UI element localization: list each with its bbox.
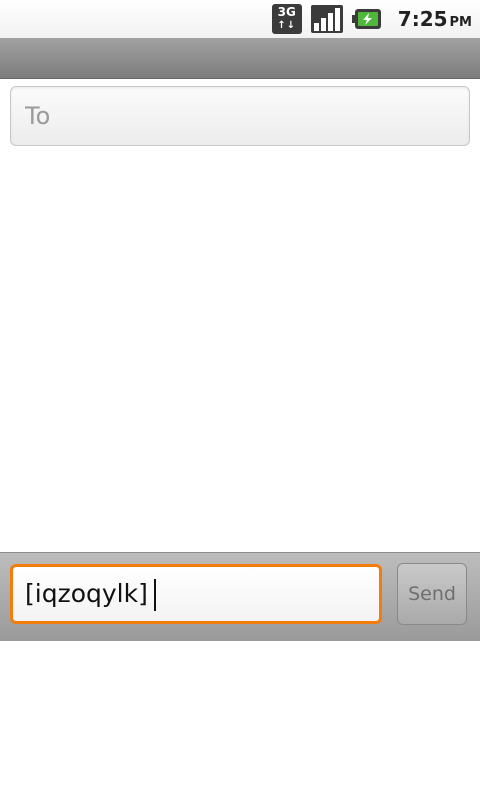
send-button[interactable]: Send: [397, 563, 467, 625]
message-input-value: [iqzoqylk]: [25, 579, 148, 608]
text-cursor: [153, 579, 156, 611]
recipient-field[interactable]: [10, 86, 470, 146]
message-text[interactable]: [iqzoqylk]: [25, 579, 156, 611]
recipient-input[interactable]: [11, 87, 469, 145]
battery-charging-icon: [351, 9, 381, 29]
status-icons: 3G ↑↓ 7:25 PM: [271, 4, 472, 34]
signal-strength-icon: [310, 5, 343, 33]
clock: 7:25 PM: [398, 7, 472, 31]
message-field[interactable]: [iqzoqylk]: [10, 564, 382, 624]
clock-ampm: PM: [449, 15, 472, 30]
data-arrows: ↑↓: [277, 20, 297, 31]
network-type-label: 3G: [277, 5, 296, 19]
title-bar: [0, 38, 480, 79]
status-bar: 3G ↑↓ 7:25 PM: [0, 0, 480, 38]
3g-data-icon: 3G ↑↓: [271, 4, 302, 34]
clock-time: 7:25: [397, 7, 448, 31]
